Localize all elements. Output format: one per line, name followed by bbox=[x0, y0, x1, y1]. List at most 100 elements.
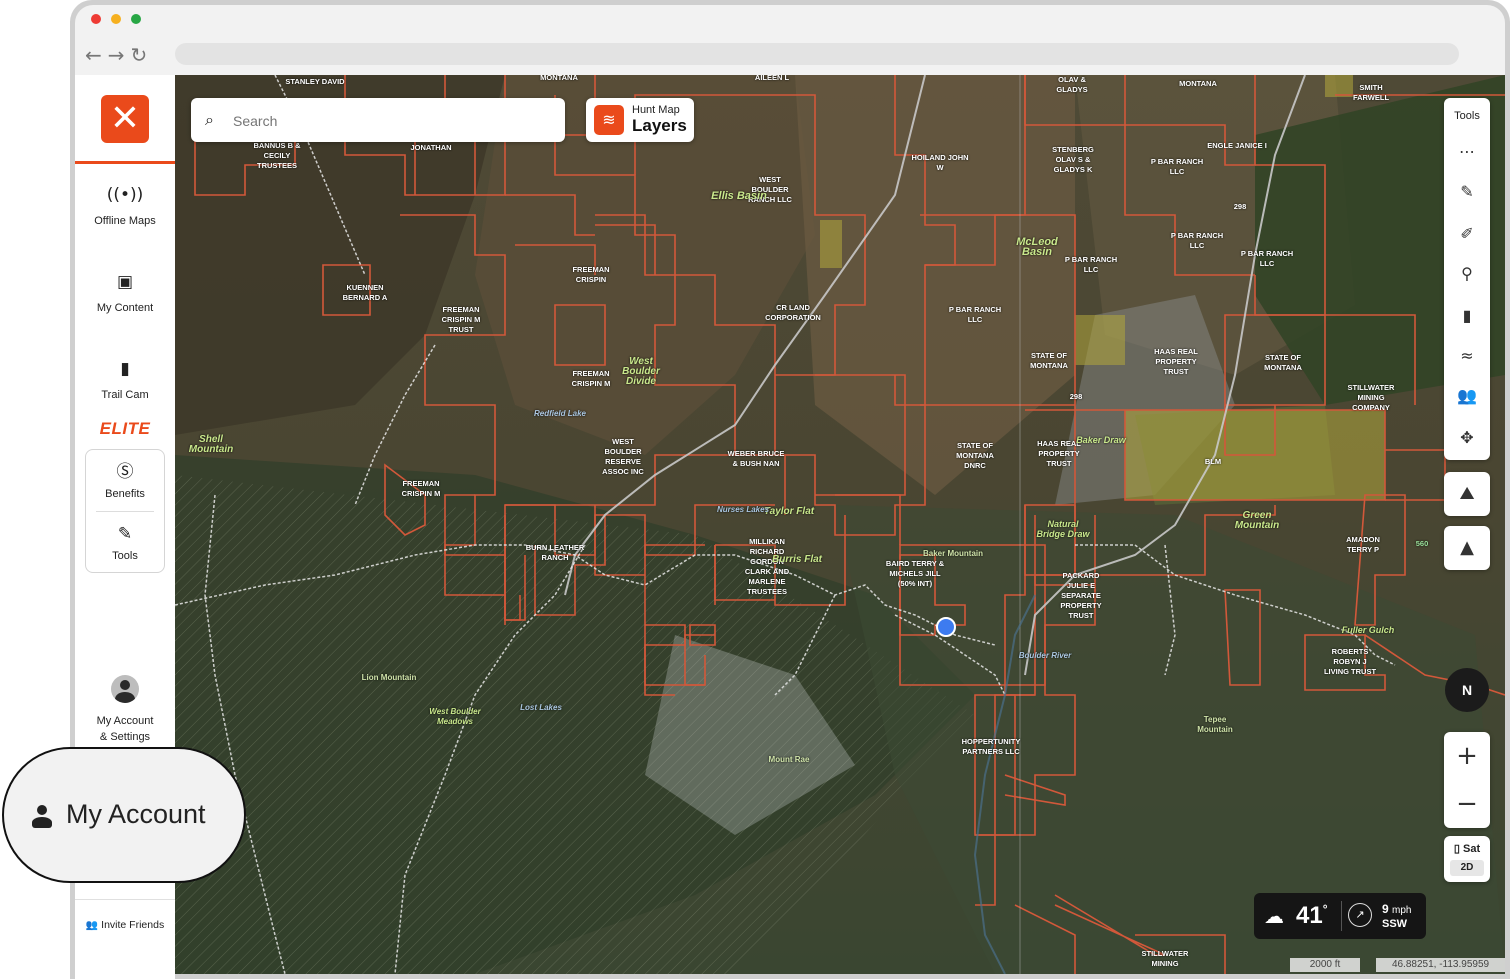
sidebar-item-tools[interactable]: ✎ Tools bbox=[86, 522, 164, 562]
weather-widget[interactable]: ☁ 41° ↗ 9 mph SSW bbox=[1254, 893, 1426, 939]
map-canvas[interactable]: STANLEY DAVID MONTANA AILEEN L OLAV & GL… bbox=[175, 75, 1505, 974]
layers-subtitle: Hunt Map bbox=[632, 104, 680, 116]
tools-label: Tools bbox=[112, 550, 138, 562]
map-label: ENGLE JANICE I bbox=[1207, 141, 1267, 150]
elite-panel: Ⓢ Benefits ✎ Tools bbox=[85, 449, 165, 573]
draw-line-icon[interactable]: ✎ bbox=[1444, 182, 1490, 201]
address-bar[interactable] bbox=[175, 43, 1459, 65]
logo-underline bbox=[75, 161, 175, 164]
map-label: Green Mountain bbox=[1234, 510, 1280, 531]
map-label: P BAR RANCH LLC bbox=[1150, 157, 1204, 176]
dollar-icon: Ⓢ bbox=[116, 462, 134, 482]
waypoint-pin-icon[interactable]: ⚲ bbox=[1444, 264, 1490, 283]
route-icon[interactable]: ⋯ bbox=[1444, 142, 1490, 161]
map-label: OLAV & GLADYS bbox=[1056, 75, 1088, 94]
map-label: MONTANA bbox=[540, 75, 578, 82]
divider bbox=[96, 511, 154, 512]
hunt-map-layers-button[interactable]: ≋ Hunt Map Layers bbox=[586, 98, 694, 142]
map-label: Baker Mountain bbox=[923, 549, 984, 558]
forward-arrow-icon[interactable]: → bbox=[108, 43, 131, 67]
map-label: Boulder River bbox=[1018, 651, 1072, 660]
people-icon: 👥 bbox=[85, 920, 99, 931]
invite-friends-button[interactable]: 👥 Invite Friends bbox=[75, 919, 175, 931]
account-label-line-2: & Settings bbox=[99, 731, 151, 743]
search-icon: ⌕ bbox=[205, 110, 214, 129]
map-label: KUENNEN BERNARD A bbox=[342, 283, 388, 302]
map-label: FREEMAN CRISPIN M TRUST bbox=[441, 305, 481, 334]
zoom-out-button[interactable]: − bbox=[1444, 780, 1490, 828]
people-icon[interactable]: 👥 bbox=[1444, 386, 1490, 405]
search-input[interactable] bbox=[231, 108, 545, 134]
map-label: ROBERTS ROBYN J LIVING TRUST bbox=[1323, 647, 1377, 676]
map-label: Nurses Lakes bbox=[716, 505, 770, 514]
sidebar-item-offline-maps[interactable]: ((•)) Offline Maps bbox=[75, 183, 175, 227]
map-label: STILLWATER MINING bbox=[1141, 949, 1189, 968]
maximize-window-dot[interactable] bbox=[131, 14, 141, 24]
reload-icon[interactable]: ↻ bbox=[131, 43, 154, 67]
map-label: Natural Bridge Draw bbox=[1036, 519, 1090, 539]
map-label: West Boulder Meadows bbox=[429, 707, 481, 726]
wind-speed-unit: mph bbox=[1392, 905, 1412, 916]
temperature-value: 41 bbox=[1296, 902, 1323, 929]
browser-nav: ←→↻ bbox=[85, 43, 153, 67]
tools-panel-title: Tools bbox=[1454, 110, 1480, 122]
back-arrow-icon[interactable]: ← bbox=[85, 43, 108, 67]
map-label: STATE OF MONTANA bbox=[1264, 353, 1302, 372]
sidebar-item-trail-cam[interactable]: ▮ Trail Cam bbox=[75, 357, 175, 401]
layers-icon: ≋ bbox=[594, 105, 624, 135]
layers-title: Layers bbox=[632, 116, 687, 135]
map-label: Ellis Basin bbox=[711, 190, 767, 202]
invite-friends-label: Invite Friends bbox=[101, 919, 165, 931]
wind-direction: SSW bbox=[1382, 918, 1408, 930]
map-label: Lion Mountain bbox=[361, 673, 417, 682]
map-label: BAIRD TERRY & MICHELS JILL (50% INT) bbox=[885, 559, 945, 588]
map-label: WEBER BRUCE & BUSH NAN bbox=[727, 449, 785, 468]
map-label: STATE OF MONTANA bbox=[1030, 351, 1068, 370]
sidebar-item-benefits[interactable]: Ⓢ Benefits bbox=[86, 460, 164, 500]
sidebar-item-my-content[interactable]: ▣ My Content bbox=[75, 270, 175, 314]
map-label: JONATHAN bbox=[410, 143, 452, 152]
tools-icon: ✎ bbox=[117, 524, 133, 544]
map-labels: STANLEY DAVID MONTANA AILEEN L OLAV & GL… bbox=[175, 75, 1505, 974]
sidebar-item-label: Offline Maps bbox=[94, 215, 156, 227]
trail-cam-icon[interactable]: ▮ bbox=[1444, 306, 1490, 325]
wind-icon[interactable]: ≈ bbox=[1444, 346, 1490, 365]
compass-north-label: N bbox=[1461, 682, 1473, 698]
zoom-in-button[interactable]: + bbox=[1444, 732, 1490, 780]
browser-chrome: ←→↻ bbox=[75, 5, 1505, 75]
map-label: BANNUS B & CECILY TRUSTEES bbox=[253, 141, 301, 170]
map-label: STANLEY DAVID bbox=[285, 77, 345, 86]
map-label: BLM bbox=[1204, 457, 1222, 466]
avatar bbox=[111, 675, 139, 703]
3d-terrain-icon[interactable]: ▲ bbox=[1444, 526, 1490, 570]
sidebar-item-label: My Content bbox=[96, 302, 154, 314]
divider bbox=[1341, 901, 1342, 931]
my-account-callout[interactable]: My Account bbox=[2, 747, 246, 883]
map-label: FREEMAN CRISPIN bbox=[572, 265, 610, 284]
trail-cam-icon: ▮ bbox=[120, 359, 130, 379]
map-label: MONTANA bbox=[1179, 79, 1217, 88]
draw-shape-icon[interactable]: ✐ bbox=[1444, 224, 1490, 243]
map-label: P BAR RANCH LLC bbox=[948, 305, 1002, 324]
search-box[interactable]: ⌕ bbox=[191, 98, 565, 142]
elite-badge: ELITE bbox=[99, 419, 151, 438]
close-window-dot[interactable] bbox=[91, 14, 101, 24]
map-mode-badge[interactable]: 2D bbox=[1450, 860, 1484, 876]
map-label: HAAS REAL PROPERTY TRUST bbox=[1154, 347, 1198, 376]
account-label: My Account & Settings bbox=[75, 713, 175, 745]
sidebar-item-my-account[interactable]: My Account & Settings bbox=[75, 675, 175, 745]
map-label: Baker Draw bbox=[1076, 435, 1126, 445]
basemap-toggle[interactable]: ▯ Sat 2D bbox=[1444, 836, 1490, 882]
map-icon: ▯ bbox=[1453, 843, 1460, 855]
onx-logo[interactable]: ✕ bbox=[101, 95, 149, 143]
benefits-label: Benefits bbox=[105, 488, 145, 500]
minimize-window-dot[interactable] bbox=[111, 14, 121, 24]
satellite-icon[interactable]: ✥ bbox=[1444, 428, 1490, 447]
map-label: P BAR RANCH LLC bbox=[1240, 249, 1294, 268]
offline-maps-icon: ((•)) bbox=[106, 185, 144, 205]
compass-button[interactable]: N bbox=[1445, 668, 1489, 712]
map-label: STILLWATER MINING COMPANY bbox=[1347, 383, 1395, 412]
map-label: 298 bbox=[1233, 202, 1247, 211]
map-label: Burris Flat bbox=[771, 554, 822, 565]
terrain-x-icon[interactable]: ⛰ bbox=[1444, 472, 1490, 516]
